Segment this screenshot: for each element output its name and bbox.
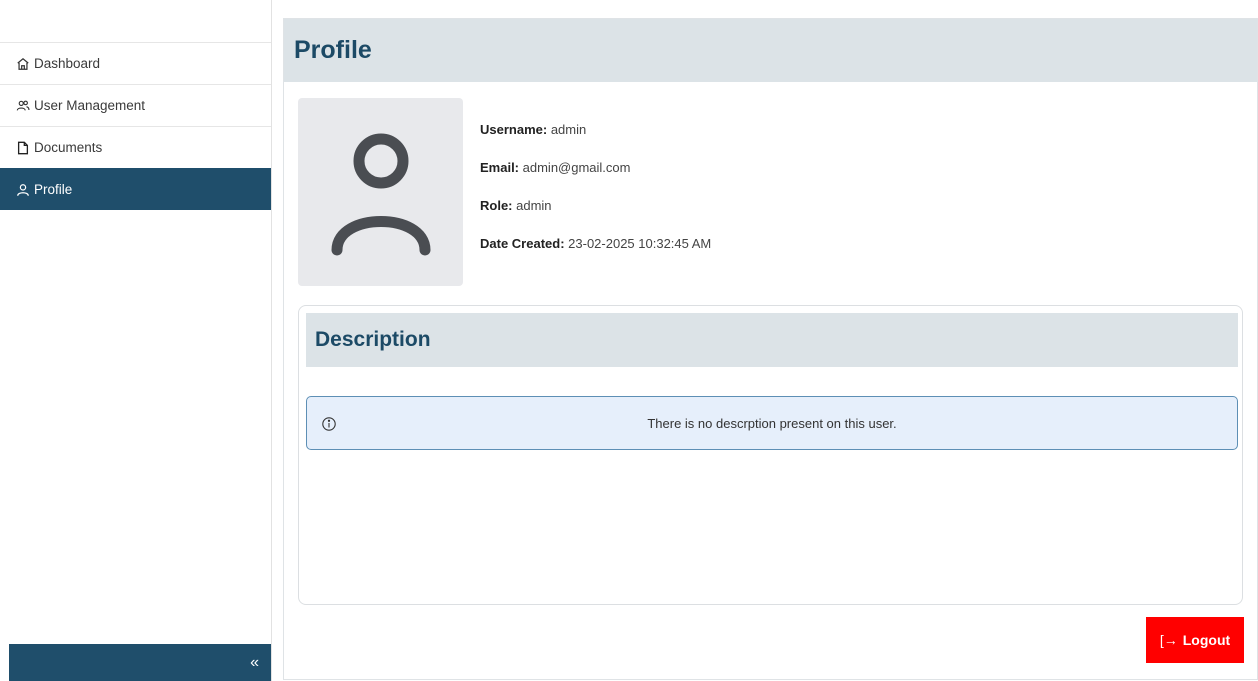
- sidebar-item-user-management[interactable]: User Management: [0, 84, 271, 126]
- role-row: Role: admin: [480, 198, 711, 236]
- page-header: Profile: [284, 19, 1257, 82]
- sidebar-item-label: Dashboard: [34, 56, 101, 71]
- logout-button[interactable]: [→ Logout: [1146, 617, 1244, 663]
- sidebar-item-label: User Management: [34, 98, 146, 113]
- profile-info: Username: admin Email: admin@gmail.com R…: [480, 122, 711, 274]
- email-row: Email: admin@gmail.com: [480, 160, 711, 198]
- double-chevron-left-icon: «: [250, 653, 259, 671]
- sidebar-item-label: Documents: [34, 140, 103, 155]
- email-value: admin@gmail.com: [522, 160, 631, 175]
- info-icon: [322, 417, 336, 431]
- user-icon: [16, 183, 30, 197]
- logout-label: Logout: [1182, 632, 1231, 648]
- username-value: admin: [550, 122, 587, 137]
- sidebar: Dashboard User Management Documents Prof…: [0, 0, 272, 681]
- description-card: Description There is no descrption prese…: [298, 305, 1243, 605]
- sidebar-item-dashboard[interactable]: Dashboard: [0, 42, 271, 84]
- avatar: [298, 98, 463, 286]
- date-created-row: Date Created: 23-02-2025 10:32:45 AM: [480, 236, 711, 274]
- role-value: admin: [516, 198, 552, 213]
- info-alert: There is no descrption present on this u…: [306, 396, 1238, 450]
- username-row: Username: admin: [480, 122, 711, 160]
- sidebar-nav: Dashboard User Management Documents Prof…: [0, 42, 271, 210]
- home-icon: [16, 57, 30, 71]
- username-label: Username:: [480, 122, 548, 137]
- logout-icon: [→: [1159, 632, 1178, 648]
- user-avatar-icon: [331, 133, 430, 256]
- description-header: Description: [306, 313, 1238, 367]
- document-icon: [16, 141, 30, 155]
- sidebar-item-label: Profile: [34, 182, 73, 197]
- date-created-label: Date Created:: [480, 236, 565, 251]
- email-label: Email:: [480, 160, 520, 175]
- sidebar-collapse-button[interactable]: «: [9, 644, 271, 681]
- sidebar-item-documents[interactable]: Documents: [0, 126, 271, 168]
- date-created-value: 23-02-2025 10:32:45 AM: [568, 236, 712, 251]
- role-label: Role:: [480, 198, 513, 213]
- profile-panel: Profile Username: admin Email: admin@gma…: [283, 18, 1258, 680]
- sidebar-item-profile[interactable]: Profile: [0, 168, 271, 210]
- users-icon: [16, 99, 30, 113]
- no-description-message: There is no descrption present on this u…: [647, 415, 897, 431]
- description-title: Description: [315, 328, 431, 351]
- page-title: Profile: [294, 36, 372, 64]
